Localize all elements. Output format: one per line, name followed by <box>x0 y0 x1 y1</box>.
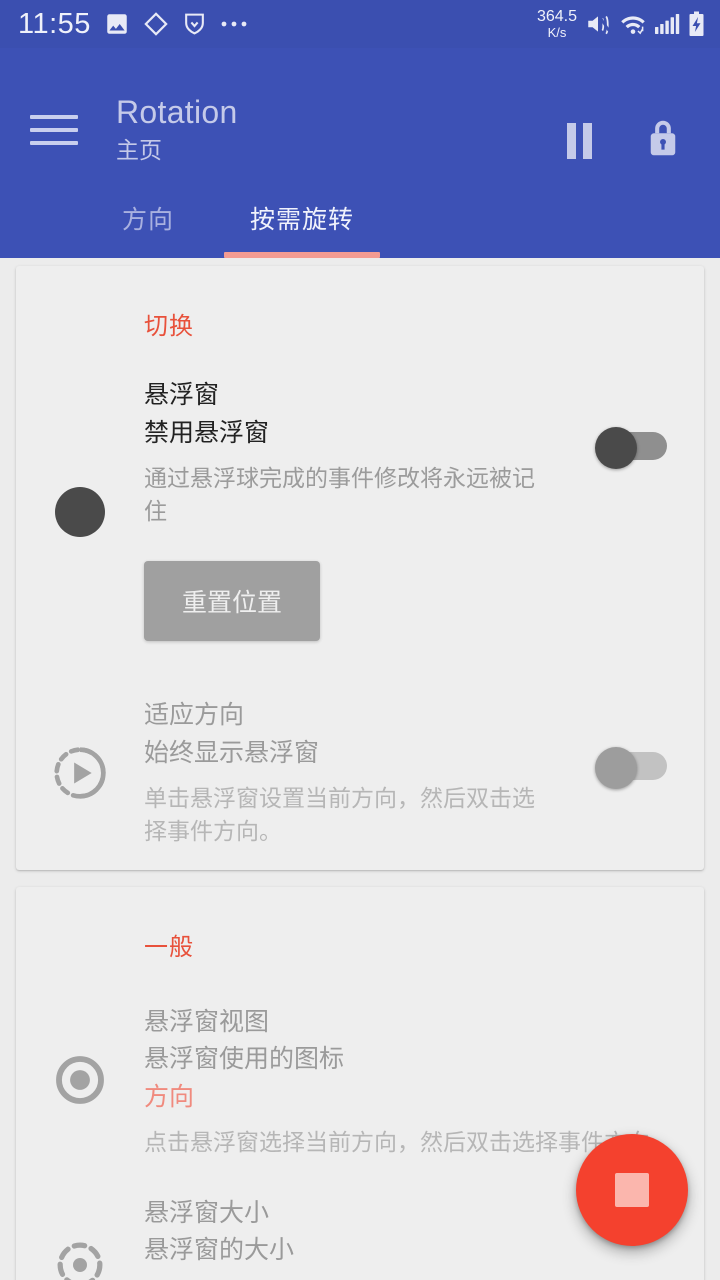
tab-direction-label: 方向 <box>122 206 175 234</box>
tab-rotate-on-demand-label: 按需旋转 <box>250 206 355 234</box>
filled-circle-icon <box>55 487 105 538</box>
network-speed: 364.5 K/s <box>536 8 577 40</box>
radio-target-icon <box>56 1055 104 1104</box>
status-bar-right: 364.5 K/s <box>536 8 706 40</box>
card-general-header: 一般 <box>144 933 194 961</box>
tag-icon <box>144 12 168 36</box>
row-floating-window-subtitle: 禁用悬浮窗 <box>144 418 270 447</box>
lock-icon[interactable] <box>644 116 682 165</box>
hamburger-menu-icon[interactable] <box>30 106 78 154</box>
wifi-icon <box>621 16 645 35</box>
status-bar: 11:55 364.5 K/s <box>0 0 720 48</box>
dashed-circle-dot-icon <box>57 1242 103 1280</box>
row-floating-view-title: 悬浮窗视图 <box>144 1007 270 1036</box>
network-speed-value: 364.5 <box>536 8 577 26</box>
row-floating-window[interactable]: 悬浮窗 禁用悬浮窗 通过悬浮球完成的事件修改将永远被记住 重置位置 <box>16 377 704 647</box>
battery-charging-icon <box>689 11 704 36</box>
dashed-circle-play-icon <box>54 747 106 799</box>
settings-scroll-area[interactable]: 切换 悬浮窗 禁用悬浮窗 通过悬浮球完成的事件修改将永远被记住 重置位置 适应方… <box>0 258 720 1280</box>
shield-icon <box>185 13 204 35</box>
stop-square-icon <box>615 1173 649 1207</box>
app-screen: 11:55 364.5 K/s Rotation 主页 方向 按需旋转 切换 悬… <box>0 0 720 1280</box>
floating-window-toggle[interactable] <box>595 427 667 469</box>
row-adapt-direction-body: 适应方向 始终显示悬浮窗 单击悬浮窗设置当前方向，然后双击选择事件方向。 <box>144 697 586 847</box>
status-clock: 11:55 <box>18 7 91 40</box>
adapt-direction-toggle-knob <box>595 747 637 790</box>
row-adapt-direction-subtitle: 始终显示悬浮窗 <box>144 738 320 767</box>
reset-position-button[interactable]: 重置位置 <box>144 561 321 642</box>
row-floating-size-icon-slot <box>16 1195 144 1280</box>
tab-rotate-on-demand[interactable]: 按需旋转 <box>224 200 381 258</box>
photo-icon <box>107 14 127 34</box>
row-adapt-direction-trailing <box>586 697 682 847</box>
adapt-direction-toggle[interactable] <box>595 747 667 790</box>
row-floating-view-value: 方向 <box>144 1082 195 1111</box>
row-adapt-direction-description: 单击悬浮窗设置当前方向，然后双击选择事件方向。 <box>144 785 535 844</box>
row-floating-view-subtitle: 悬浮窗使用的图标 <box>144 1045 345 1074</box>
row-adapt-direction-icon-slot <box>16 697 144 847</box>
app-bar-titles: Rotation 主页 <box>116 78 567 164</box>
mute-icon <box>588 15 610 35</box>
row-floating-size-subtitle: 悬浮窗的大小 <box>144 1236 295 1265</box>
more-icon <box>221 21 247 27</box>
row-floating-view[interactable]: 悬浮窗视图 悬浮窗使用的图标 方向 点击悬浮窗选择当前方向，然后双击选择事件方向 <box>16 1004 704 1159</box>
app-bar-top-row: Rotation 主页 <box>0 48 720 188</box>
app-bar: Rotation 主页 方向 按需旋转 <box>0 48 720 258</box>
row-adapt-direction[interactable]: 适应方向 始终显示悬浮窗 单击悬浮窗设置当前方向，然后双击选择事件方向。 <box>16 697 704 847</box>
app-bar-actions <box>567 78 698 165</box>
tab-direction[interactable]: 方向 <box>122 200 174 258</box>
row-floating-window-description: 通过悬浮球完成的事件修改将永远被记住 <box>144 465 535 524</box>
row-floating-window-trailing <box>586 377 682 647</box>
pause-icon[interactable] <box>567 122 592 159</box>
row-floating-window-body: 悬浮窗 禁用悬浮窗 通过悬浮球完成的事件修改将永远被记住 重置位置 <box>144 377 586 647</box>
cellular-signal-icon <box>655 14 680 34</box>
card-toggles-header: 切换 <box>144 313 194 340</box>
row-floating-window-icon-slot <box>16 377 144 647</box>
row-floating-view-icon-slot <box>16 1004 144 1159</box>
stop-record-button[interactable] <box>576 1134 688 1246</box>
tab-bar: 方向 按需旋转 <box>0 188 720 258</box>
row-adapt-direction-title: 适应方向 <box>144 701 245 730</box>
status-bar-left: 11:55 <box>18 7 537 40</box>
page-title: Rotation <box>116 94 238 130</box>
row-floating-view-body: 悬浮窗视图 悬浮窗使用的图标 方向 点击悬浮窗选择当前方向，然后双击选择事件方向 <box>144 1004 682 1159</box>
page-subtitle: 主页 <box>116 136 162 163</box>
floating-window-toggle-knob <box>595 427 637 469</box>
row-floating-window-title: 悬浮窗 <box>144 381 220 409</box>
network-speed-unit: K/s <box>547 24 567 40</box>
card-toggles: 切换 悬浮窗 禁用悬浮窗 通过悬浮球完成的事件修改将永远被记住 重置位置 适应方… <box>16 266 704 870</box>
